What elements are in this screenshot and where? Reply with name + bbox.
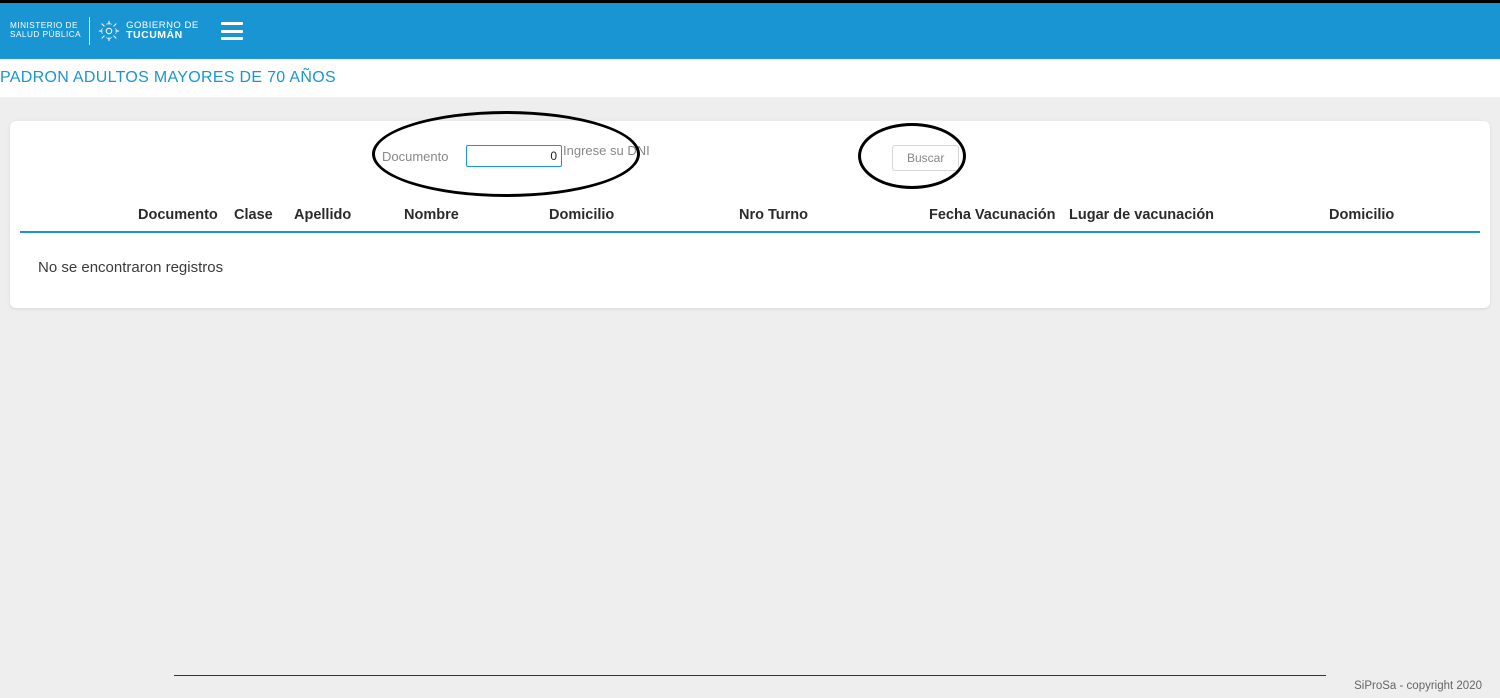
th-nombre: Nombre [400, 207, 545, 223]
page-title: PADRON ADULTOS MAYORES DE 70 AÑOS [0, 69, 1500, 87]
logo-line-4: TUCUMÁN [126, 30, 199, 41]
th-lugar-vac: Lugar de vacunación [1065, 207, 1325, 223]
logo-divider [89, 17, 90, 45]
table-header-row: Documento Clase Apellido Nombre Domicili… [20, 201, 1480, 233]
app-header: MINISTERIO DE SALUD PÚBLICA [0, 3, 1500, 59]
th-nro-turno: Nro Turno [735, 207, 925, 223]
th-domicilio: Domicilio [545, 207, 735, 223]
logo-ministerio: MINISTERIO DE SALUD PÚBLICA [10, 22, 81, 39]
documento-label: Documento [382, 149, 448, 164]
logo-line-2: SALUD PÚBLICA [10, 31, 81, 40]
empty-state-message: No se encontraron registros [20, 233, 1480, 276]
th-apellido: Apellido [290, 207, 400, 223]
footer: SiProSa - copyright 2020 [0, 675, 1500, 692]
buscar-button[interactable]: Buscar [892, 145, 959, 171]
gov-logo: MINISTERIO DE SALUD PÚBLICA [10, 17, 199, 45]
sun-spiral-icon [98, 20, 120, 42]
search-row: Documento Ingrese su DNI Buscar [20, 139, 1480, 189]
main-card: Documento Ingrese su DNI Buscar Document… [10, 121, 1490, 308]
th-fecha-vac: Fecha Vacunación [925, 207, 1065, 223]
dni-input[interactable] [466, 145, 562, 167]
footer-divider [174, 675, 1326, 676]
logo-gobierno: GOBIERNO DE TUCUMÁN [126, 21, 199, 42]
th-domicilio-2: Domicilio [1325, 207, 1480, 223]
th-documento: Documento [20, 207, 230, 223]
th-clase: Clase [230, 207, 290, 223]
content-shell: Documento Ingrese su DNI Buscar Document… [0, 97, 1500, 308]
dni-hint: Ingrese su DNI [563, 143, 650, 158]
menu-toggle-button[interactable] [221, 22, 243, 40]
page-title-band: PADRON ADULTOS MAYORES DE 70 AÑOS [0, 59, 1500, 97]
footer-copyright: SiProSa - copyright 2020 [14, 680, 1486, 692]
